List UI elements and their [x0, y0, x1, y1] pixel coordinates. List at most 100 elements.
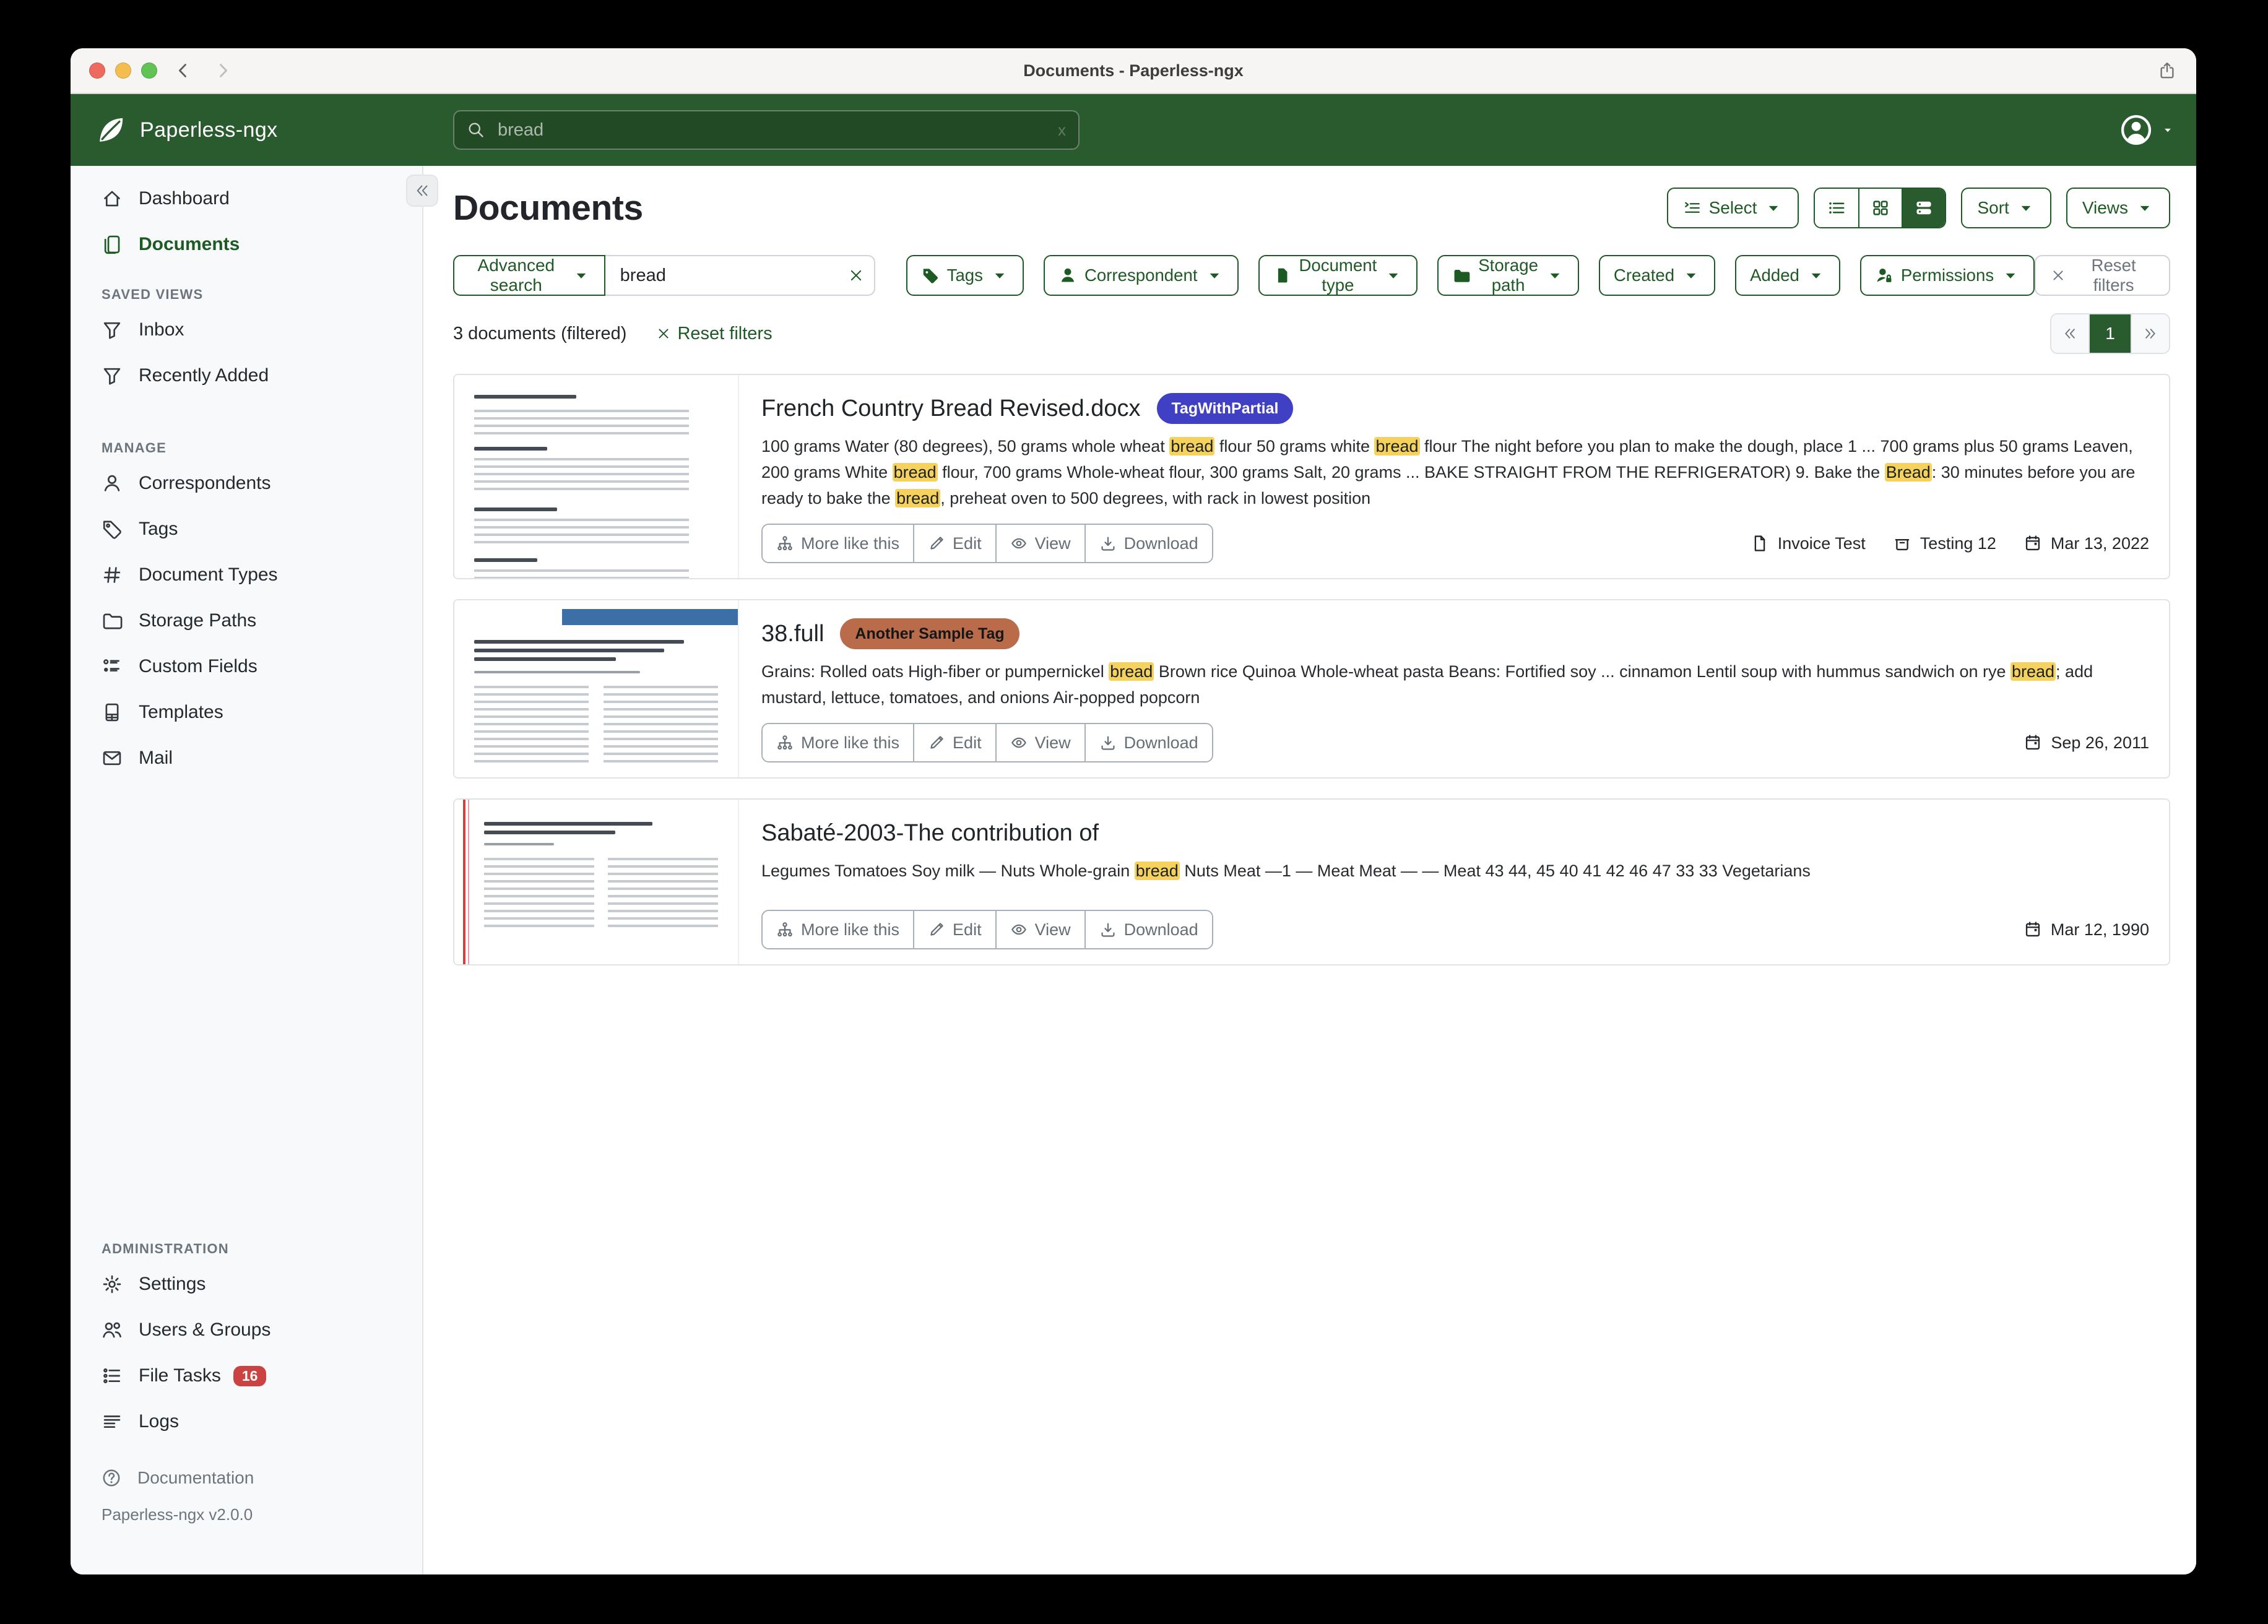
app-header: Paperless-ngx x — [71, 94, 2196, 166]
user-menu[interactable] — [2119, 94, 2174, 166]
view-button[interactable]: View — [995, 911, 1084, 948]
filter-storage-path-button[interactable]: Storage path — [1437, 255, 1579, 296]
more-like-this-button[interactable]: More like this — [763, 525, 913, 562]
sidebar-item-storage-paths[interactable]: Storage Paths — [71, 598, 422, 644]
document-meta: Mar 12, 1990 — [2023, 920, 2149, 939]
close-button[interactable] — [89, 63, 105, 79]
download-button[interactable]: Download — [1084, 911, 1212, 948]
select-button[interactable]: Select — [1667, 188, 1799, 228]
sidebar-item-documents[interactable]: Documents — [71, 222, 422, 267]
document-title[interactable]: Sabaté-2003-The contribution of — [761, 817, 1099, 849]
sidebar-item-mail[interactable]: Mail — [71, 735, 422, 781]
global-search-input[interactable] — [495, 119, 1058, 142]
document-thumbnail[interactable] — [454, 800, 739, 964]
filter-label: Created — [1614, 266, 1674, 285]
leaf-icon — [95, 114, 128, 146]
search-highlight: bread — [2010, 662, 2056, 681]
filter-created-button[interactable]: Created — [1599, 255, 1715, 296]
download-icon — [1099, 535, 1117, 552]
edit-button[interactable]: Edit — [913, 911, 995, 948]
screen: Documents - Paperless-ngx Paperless-ngx … — [0, 0, 2268, 1624]
edit-button[interactable]: Edit — [913, 525, 995, 562]
caret-down-icon — [1384, 266, 1403, 285]
views-button[interactable]: Views — [2066, 188, 2170, 228]
more-like-this-button[interactable]: More like this — [763, 911, 913, 948]
x-icon — [2051, 268, 2066, 283]
documentation-label: Documentation — [137, 1468, 254, 1488]
document-title[interactable]: 38.full — [761, 618, 824, 650]
eye-icon — [1010, 734, 1028, 751]
meta-invoice-test[interactable]: Invoice Test — [1751, 534, 1866, 553]
download-icon — [1099, 921, 1117, 938]
document-tag[interactable]: Another Sample Tag — [840, 618, 1019, 649]
filter-bar: Advanced search Tags Correspondent Docum… — [453, 255, 2170, 296]
sidebar-item-inbox[interactable]: Inbox — [71, 307, 422, 353]
meta-sep-26-2011[interactable]: Sep 26, 2011 — [2023, 733, 2149, 753]
filter-added-button[interactable]: Added — [1735, 255, 1840, 296]
clear-filter-icon[interactable] — [848, 267, 864, 283]
sidebar-item-document-types[interactable]: Document Types — [71, 552, 422, 598]
edit-button[interactable]: Edit — [913, 724, 995, 761]
filter-correspondent-button[interactable]: Correspondent — [1044, 255, 1239, 296]
caret-down-icon — [2001, 266, 2020, 285]
prev-page-button[interactable] — [2051, 314, 2088, 353]
filter-permissions-button[interactable]: Permissions — [1860, 255, 2035, 296]
minimize-button[interactable] — [115, 63, 131, 79]
sidebar-section-manage: MANAGE Correspondents Tags Document Type… — [71, 436, 422, 781]
filter-document-type-button[interactable]: Document type — [1258, 255, 1418, 296]
sidebar-item-settings[interactable]: Settings — [71, 1261, 422, 1307]
meta-mar-12-1990[interactable]: Mar 12, 1990 — [2023, 920, 2149, 939]
app-logo[interactable]: Paperless-ngx — [71, 114, 278, 146]
app-window: Documents - Paperless-ngx Paperless-ngx … — [71, 48, 2196, 1574]
share-icon[interactable] — [2158, 48, 2176, 93]
filter-search-input[interactable] — [605, 255, 875, 296]
download-button[interactable]: Download — [1084, 724, 1212, 761]
view-mode-detail-button[interactable] — [1902, 189, 1945, 227]
zoom-button[interactable] — [141, 63, 157, 79]
document-tag[interactable]: TagWithPartial — [1157, 393, 1294, 424]
sidebar-item-correspondents[interactable]: Correspondents — [71, 460, 422, 506]
advanced-search-button[interactable]: Advanced search — [453, 255, 605, 296]
caret-down-icon — [1682, 266, 1700, 285]
view-mode-grid-button[interactable] — [1858, 189, 1902, 227]
filter-tags-button[interactable]: Tags — [906, 255, 1024, 296]
sidebar-item-dashboard[interactable]: Dashboard — [71, 176, 422, 222]
calendar-icon — [2023, 733, 2042, 752]
download-button[interactable]: Download — [1084, 525, 1212, 562]
next-page-button[interactable] — [2131, 314, 2169, 353]
sidebar-item-tags[interactable]: Tags — [71, 506, 422, 552]
meta-mar-13-2022[interactable]: Mar 13, 2022 — [2023, 534, 2149, 553]
document-thumbnail[interactable] — [454, 375, 739, 578]
window-titlebar: Documents - Paperless-ngx — [71, 48, 2196, 94]
documents-page: Documents Select — [423, 166, 2196, 1574]
back-button[interactable] — [175, 48, 192, 93]
current-page-button[interactable]: 1 — [2088, 314, 2131, 353]
document-title[interactable]: French Country Bread Revised.docx — [761, 392, 1141, 425]
sidebar-item-users-groups[interactable]: Users & Groups — [71, 1307, 422, 1353]
document-card-body: Sabaté-2003-The contribution of Legumes … — [739, 800, 2169, 964]
sidebar-item-recently-added[interactable]: Recently Added — [71, 353, 422, 399]
sitemap-icon — [776, 921, 794, 938]
sidebar-item-file-tasks[interactable]: File Tasks 16 — [71, 1353, 422, 1399]
meta-testing-12[interactable]: Testing 12 — [1893, 534, 1996, 553]
global-search[interactable]: x — [453, 110, 1080, 150]
sidebar-item-label: Custom Fields — [139, 656, 258, 677]
sidebar-item-templates[interactable]: Templates — [71, 689, 422, 735]
person-circle-icon — [2119, 113, 2153, 147]
sort-button[interactable]: Sort — [1961, 188, 2051, 228]
document-thumbnail[interactable] — [454, 600, 739, 777]
sidebar-collapse-button[interactable] — [406, 175, 438, 207]
sidebar-item-logs[interactable]: Logs — [71, 1399, 422, 1445]
document-actions: More like this Edit View Download — [761, 723, 1213, 762]
more-like-this-button[interactable]: More like this — [763, 724, 913, 761]
reset-filters-button[interactable]: Reset filters — [2035, 255, 2170, 296]
reset-filters-link[interactable]: Reset filters — [656, 324, 772, 344]
forward-button[interactable] — [214, 48, 232, 93]
document-snippet: Grains: Rolled oats High-fiber or pumper… — [761, 659, 2149, 710]
view-button[interactable]: View — [995, 525, 1084, 562]
view-mode-list-button[interactable] — [1815, 189, 1858, 227]
sidebar-item-custom-fields[interactable]: Custom Fields — [71, 644, 422, 689]
view-button[interactable]: View — [995, 724, 1084, 761]
documentation-link[interactable]: Documentation — [71, 1459, 422, 1497]
clear-search-icon[interactable]: x — [1058, 121, 1066, 140]
